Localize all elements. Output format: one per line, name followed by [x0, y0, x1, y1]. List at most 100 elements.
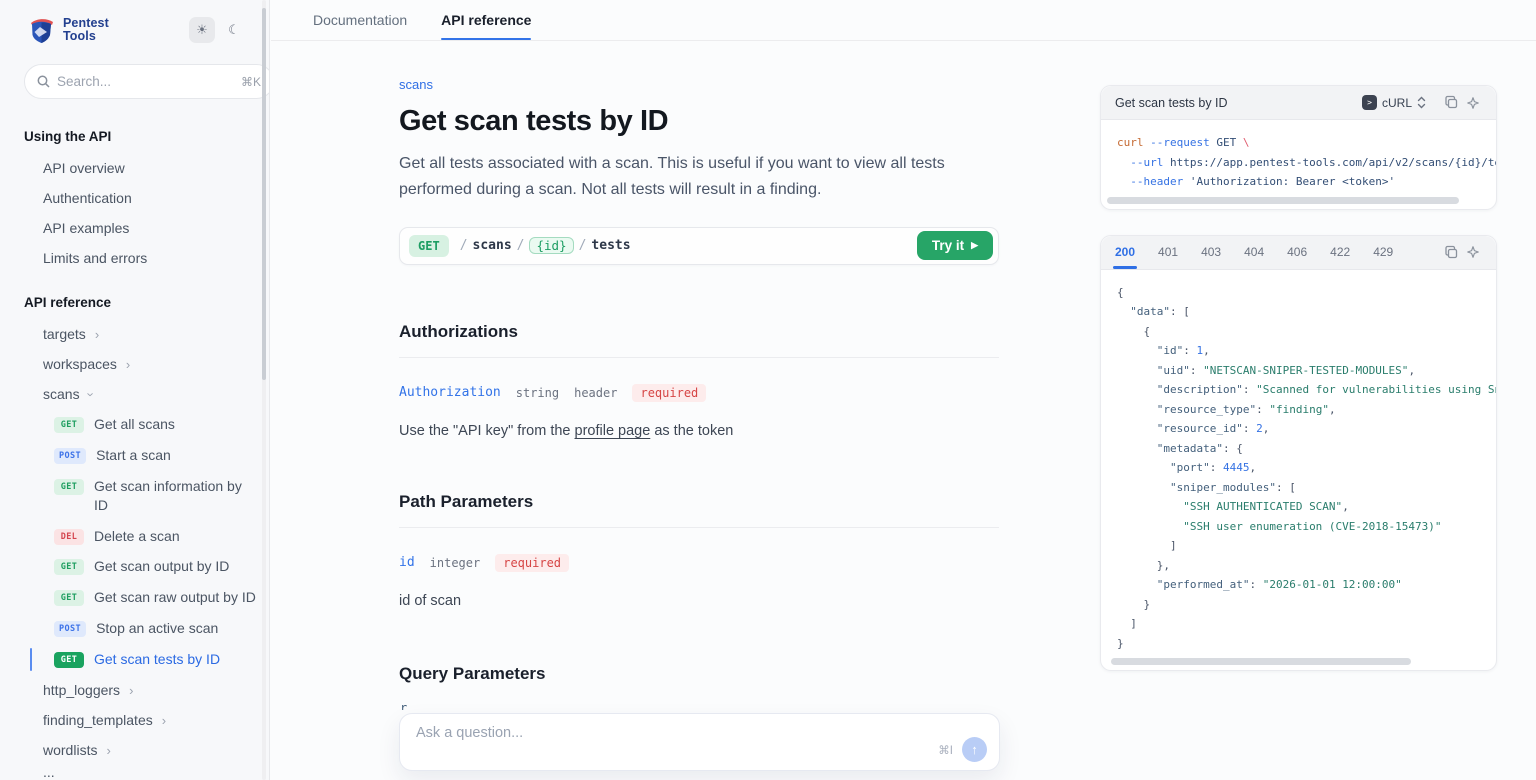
chevron-right-icon: ›	[95, 328, 99, 341]
method-badge-del: DEL	[54, 529, 84, 545]
chevron-right-icon: ›	[126, 358, 130, 371]
status-tab-403[interactable]: 403	[1201, 236, 1221, 269]
ask-question-input[interactable]	[416, 725, 846, 741]
code-examples-panel: Get scan tests by ID > cURL	[1100, 85, 1497, 671]
path-parameters-heading: Path Parameters	[399, 492, 999, 512]
sidebar-endpoint-delete-a-scan[interactable]: DEL Delete a scan	[0, 521, 269, 552]
path-param-description: id of scan	[399, 593, 999, 609]
sidebar-endpoint-start-a-scan[interactable]: POST Start a scan	[0, 440, 269, 471]
sidebar-group-wordlists[interactable]: wordlists ›	[0, 735, 269, 765]
sidebar-group-scans[interactable]: scans ›	[0, 379, 269, 409]
method-badge-get: GET	[54, 559, 84, 575]
sidebar-endpoint-get-scan-output[interactable]: GET Get scan output by ID	[0, 551, 269, 582]
method-badge-get: GET	[54, 590, 84, 606]
search-input[interactable]	[57, 74, 234, 89]
endpoint-label: Get scan tests by ID	[94, 650, 220, 669]
endpoint-method-badge: GET	[409, 235, 449, 257]
breadcrumb-scans-link[interactable]: scans	[399, 77, 999, 92]
chevron-right-icon: ›	[129, 684, 133, 697]
ask-question-box[interactable]: ⌘I ↑	[399, 713, 1000, 771]
copy-icon	[1444, 245, 1459, 260]
brand-name: PentestTools	[63, 17, 109, 43]
copy-response-button[interactable]	[1440, 241, 1462, 263]
auth-param-location: header	[574, 386, 617, 400]
sidebar-endpoint-get-scan-tests-active[interactable]: GET Get scan tests by ID	[0, 644, 269, 675]
sidebar-item-limits-errors[interactable]: Limits and errors	[0, 243, 269, 273]
sun-icon: ☀	[196, 22, 208, 38]
endpoint-bar: GET / scans / {id} / tests Try it ▶	[399, 227, 999, 265]
method-badge-post: POST	[54, 448, 86, 464]
endpoint-label: Stop an active scan	[96, 619, 218, 638]
horizontal-scrollbar-thumb[interactable]	[1111, 658, 1411, 665]
copy-request-button[interactable]	[1440, 92, 1462, 114]
sidebar-group-clipped[interactable]: ...	[0, 765, 269, 779]
sidebar-group-http-loggers[interactable]: http_loggers ›	[0, 675, 269, 705]
tab-api-reference[interactable]: API reference	[441, 0, 531, 40]
language-selector[interactable]: > cURL	[1362, 95, 1426, 110]
method-badge-get: GET	[54, 417, 84, 433]
status-tab-401[interactable]: 401	[1158, 236, 1178, 269]
horizontal-scrollbar-thumb[interactable]	[1107, 197, 1459, 204]
endpoint-path-id-param: {id}	[529, 237, 573, 254]
query-parameters-heading: Query Parameters	[399, 664, 999, 684]
response-example-card: 200 401 403 404 406 422 429	[1100, 235, 1497, 672]
endpoint-label: Get scan raw output by ID	[94, 588, 256, 607]
sidebar-item-authentication[interactable]: Authentication	[0, 183, 269, 213]
updown-chevron-icon	[1417, 96, 1426, 109]
sidebar-group-targets[interactable]: targets ›	[0, 319, 269, 349]
path-param-type: integer	[430, 556, 481, 570]
required-badge: required	[632, 384, 706, 402]
sparkle-icon	[1466, 245, 1480, 259]
sidebar-scrollbar-thumb[interactable]	[262, 8, 266, 380]
status-tab-429[interactable]: 429	[1373, 236, 1393, 269]
sidebar-section-api-reference: API reference	[0, 295, 269, 310]
sidebar-group-workspaces[interactable]: workspaces ›	[0, 349, 269, 379]
ai-explain-response-button[interactable]	[1462, 241, 1484, 263]
shield-logo-icon	[28, 16, 55, 44]
copy-icon	[1444, 95, 1459, 110]
status-tab-406[interactable]: 406	[1287, 236, 1307, 269]
search-icon	[37, 75, 50, 88]
divider	[399, 527, 999, 528]
sidebar-endpoint-stop-active-scan[interactable]: POST Stop an active scan	[0, 613, 269, 644]
search-box[interactable]: ⌘K	[24, 64, 270, 99]
divider	[399, 357, 999, 358]
endpoint-label: Start a scan	[96, 446, 171, 465]
endpoint-path: / scans / {id} / tests	[460, 237, 917, 254]
response-json-block: { "data": [ { "id": 1, "uid": "NETSCAN-S…	[1101, 270, 1496, 671]
profile-page-link[interactable]: profile page	[575, 423, 651, 439]
tab-documentation[interactable]: Documentation	[313, 0, 407, 40]
auth-param-name: Authorization	[399, 385, 501, 400]
authorizations-heading: Authorizations	[399, 322, 999, 342]
sidebar-item-api-overview[interactable]: API overview	[0, 153, 269, 183]
light-theme-button[interactable]: ☀	[189, 17, 215, 43]
request-example-card: Get scan tests by ID > cURL	[1100, 85, 1497, 210]
request-card-title: Get scan tests by ID	[1115, 96, 1362, 110]
ai-explain-request-button[interactable]	[1462, 92, 1484, 114]
endpoint-label: Get all scans	[94, 415, 175, 434]
ask-shortcut: ⌘I	[938, 743, 953, 757]
sidebar-item-api-examples[interactable]: API examples	[0, 213, 269, 243]
sidebar-section-using-api: Using the API	[0, 129, 269, 144]
top-tab-bar: Documentation API reference	[271, 0, 1536, 41]
method-badge-get: GET	[54, 479, 84, 495]
status-tab-404[interactable]: 404	[1244, 236, 1264, 269]
path-param-name: id	[399, 555, 415, 570]
status-tab-422[interactable]: 422	[1330, 236, 1350, 269]
endpoint-label: Delete a scan	[94, 527, 180, 546]
sidebar-endpoint-get-scan-information[interactable]: GET Get scan information by ID	[0, 471, 269, 521]
try-it-button[interactable]: Try it ▶	[917, 231, 993, 260]
endpoint-label: Get scan information by ID	[94, 477, 259, 515]
sidebar-endpoint-get-all-scans[interactable]: GET Get all scans	[0, 409, 269, 440]
auth-note: Use the "API key" from the profile page …	[399, 423, 999, 439]
sidebar-endpoint-get-scan-raw-output[interactable]: GET Get scan raw output by ID	[0, 582, 269, 613]
main-content: scans Get scan tests by ID Get all tests…	[399, 41, 999, 684]
dark-theme-button[interactable]: ☾	[221, 17, 247, 43]
play-icon: ▶	[971, 240, 978, 251]
send-question-button[interactable]: ↑	[962, 737, 987, 762]
status-tab-200[interactable]: 200	[1115, 236, 1135, 269]
response-status-tabs: 200 401 403 404 406 422 429	[1115, 236, 1440, 269]
page-title: Get scan tests by ID	[399, 105, 999, 138]
sidebar-group-finding-templates[interactable]: finding_templates ›	[0, 705, 269, 735]
brand-logo[interactable]: PentestTools	[28, 16, 109, 44]
